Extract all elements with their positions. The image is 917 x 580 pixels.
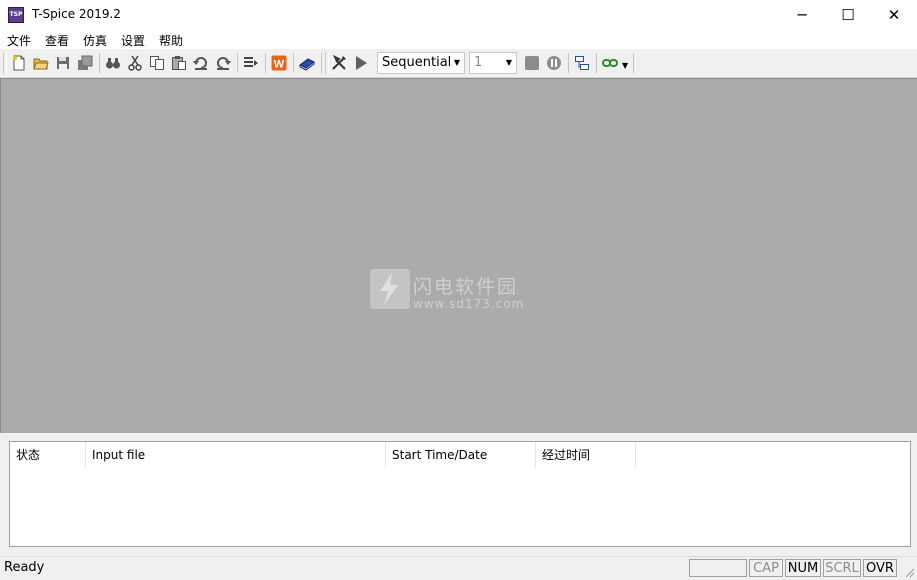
- link-dropdown-arrow[interactable]: ▼: [622, 61, 628, 70]
- save-icon[interactable]: [53, 53, 73, 73]
- tools-icon[interactable]: [329, 53, 349, 73]
- status-bar: Ready CAP NUM SCRL OVR: [0, 556, 917, 580]
- new-file-icon[interactable]: [9, 53, 29, 73]
- resize-grip-icon[interactable]: [903, 566, 915, 578]
- svg-text:W: W: [274, 59, 285, 71]
- minimize-button[interactable]: ─: [779, 0, 825, 30]
- menu-simulate[interactable]: 仿真: [83, 32, 107, 49]
- toolbar-separator: [99, 53, 100, 73]
- toolbar-separator: [293, 53, 294, 73]
- title-bar: TSP T-Spice 2019.2 ─ ☐ ✕: [0, 0, 917, 30]
- toolbar-separator: [568, 53, 569, 73]
- paste-icon[interactable]: [169, 53, 189, 73]
- redo-icon[interactable]: [213, 53, 233, 73]
- toolbar-separator: [321, 53, 322, 73]
- close-button[interactable]: ✕: [871, 0, 917, 30]
- mode-select[interactable]: Sequential ▼: [377, 52, 465, 74]
- count-select-value: 1: [474, 55, 483, 70]
- open-folder-icon[interactable]: [31, 53, 51, 73]
- column-header-input-file[interactable]: Input file: [86, 442, 386, 468]
- toolbar-separator: [596, 53, 597, 73]
- run-icon[interactable]: [351, 53, 371, 73]
- pause-icon[interactable]: [544, 53, 564, 73]
- toolbar-grip[interactable]: [3, 52, 7, 74]
- column-header-elapsed-time[interactable]: 经过时间: [536, 442, 636, 468]
- stop-icon[interactable]: [522, 53, 542, 73]
- simulation-panel: 状态 Input file Start Time/Date 经过时间: [0, 433, 917, 553]
- status-indicator-scrl: SCRL: [823, 559, 861, 577]
- mode-select-value: Sequential: [382, 55, 452, 70]
- link-icon[interactable]: [600, 53, 620, 73]
- window-title: T-Spice 2019.2: [32, 7, 121, 21]
- undo-icon[interactable]: [191, 53, 211, 73]
- insert-command-icon[interactable]: [241, 53, 261, 73]
- column-header-start-time[interactable]: Start Time/Date: [386, 442, 536, 468]
- count-select[interactable]: 1 ▼: [469, 52, 517, 74]
- book-icon[interactable]: [297, 53, 317, 73]
- find-icon[interactable]: [103, 53, 123, 73]
- menu-setup[interactable]: 设置: [121, 32, 145, 49]
- window-layout-icon[interactable]: [572, 53, 592, 73]
- status-text: Ready: [4, 560, 45, 575]
- menu-view[interactable]: 查看: [45, 32, 69, 49]
- copy-icon[interactable]: [147, 53, 167, 73]
- menu-help[interactable]: 帮助: [159, 32, 183, 49]
- watermark-subtitle: www.sd173.com: [413, 297, 525, 311]
- toolbar-separator: [237, 53, 238, 73]
- w-app-icon[interactable]: W: [269, 53, 289, 73]
- status-indicator-cap: CAP: [749, 559, 783, 577]
- save-all-icon[interactable]: [75, 53, 95, 73]
- maximize-button[interactable]: ☐: [825, 0, 871, 30]
- toolbar-separator: [633, 53, 634, 73]
- column-header-status[interactable]: 状态: [10, 442, 86, 468]
- toolbar-separator: [265, 53, 266, 73]
- app-icon: TSP: [8, 7, 24, 23]
- menu-file[interactable]: 文件: [7, 32, 31, 49]
- watermark-title: 闪电软件园: [413, 276, 519, 298]
- status-indicator-num: NUM: [785, 559, 821, 577]
- mdi-workspace[interactable]: 闪电软件园 www.sd173.com: [0, 78, 917, 433]
- simulation-list[interactable]: 状态 Input file Start Time/Date 经过时间: [9, 441, 911, 547]
- cut-icon[interactable]: [125, 53, 145, 73]
- menu-bar: 文件 查看 仿真 设置 帮助: [0, 30, 917, 49]
- watermark-logo-icon: [370, 269, 410, 309]
- chevron-down-icon: ▼: [505, 58, 512, 67]
- status-indicator-blank: [689, 559, 747, 577]
- status-indicator-ovr: OVR: [863, 559, 897, 577]
- chevron-down-icon: ▼: [453, 58, 460, 67]
